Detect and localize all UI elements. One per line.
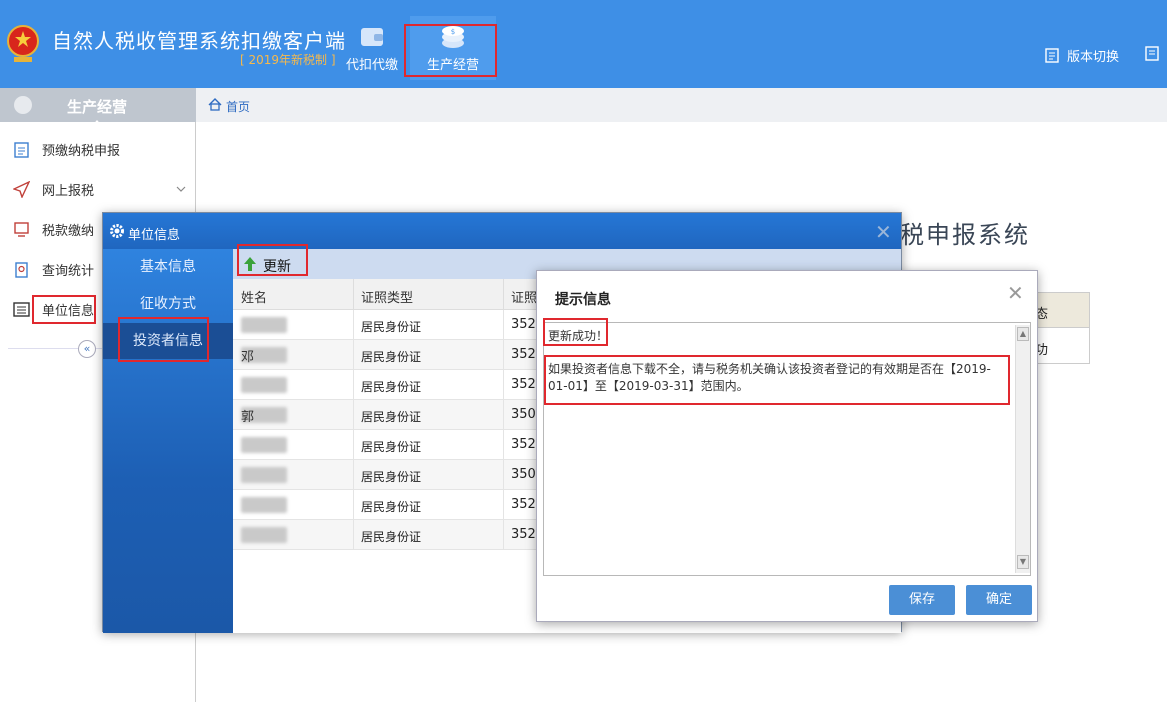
column-divider <box>353 460 354 490</box>
background-page-title: 税申报系统 <box>900 221 1030 249</box>
close-icon[interactable]: ✕ <box>875 220 892 244</box>
sidebar-title: 生产经营 <box>67 98 128 116</box>
sidebar-item-label: 单位信息 <box>42 304 95 319</box>
sidebar-item-label: 查询统计 <box>42 264 95 279</box>
name-cell: 邓 <box>241 350 255 365</box>
national-emblem-icon <box>7 25 39 62</box>
nav-daikou-daijiao[interactable]: 代扣代缴 <box>337 16 407 80</box>
nav-shengchan-label: 生产经营 <box>426 58 479 73</box>
nav-shengchan-jingying[interactable]: $ 生产经营 <box>410 16 496 80</box>
scroll-down-icon[interactable]: ▼ <box>1017 555 1029 569</box>
save-button[interactable]: 保存 <box>889 585 955 615</box>
column-header: 证照类型 <box>361 291 414 306</box>
column-divider <box>503 460 504 490</box>
success-message: 更新成功！ <box>548 329 609 343</box>
id-type-cell: 居民身份证 <box>361 440 422 454</box>
arrow-up-icon <box>244 257 256 271</box>
gear-icon <box>110 224 124 238</box>
tab-levy-method[interactable]: 征收方式 <box>103 286 233 322</box>
breadcrumb: 首页 <box>196 88 1167 122</box>
svg-text:$: $ <box>451 28 455 36</box>
id-type-cell: 居民身份证 <box>361 320 422 334</box>
background-table-header: 态 <box>1031 293 1089 328</box>
id-type-cell: 居民身份证 <box>361 380 422 394</box>
column-divider <box>503 490 504 520</box>
clipboard-icon <box>14 142 29 158</box>
version-switch-link[interactable]: 版本切换 <box>1045 46 1119 65</box>
unit-info-tabs: 基本信息 征收方式 投资者信息 <box>103 249 233 633</box>
column-divider <box>503 340 504 370</box>
id-type-cell: 居民身份证 <box>361 500 422 514</box>
more-doc-link[interactable] <box>1145 46 1159 63</box>
app-title: 自然人税收管理系统扣缴客户端 <box>52 29 346 53</box>
redacted-name <box>241 527 287 543</box>
redacted-name <box>241 317 287 333</box>
document-icon <box>1045 48 1059 63</box>
column-divider <box>353 430 354 460</box>
home-icon[interactable] <box>208 98 222 111</box>
column-divider <box>353 310 354 340</box>
sidebar-item-label: 预缴纳税申报 <box>42 144 121 159</box>
send-icon <box>13 181 30 198</box>
breadcrumb-home[interactable]: 首页 <box>226 98 250 115</box>
sidebar-item-label: 网上报税 <box>42 184 95 199</box>
unit-info-dialog-title: 单位信息 <box>128 228 181 243</box>
chevron-down-icon <box>176 186 186 192</box>
column-divider <box>503 400 504 430</box>
sidebar-item-yujiao[interactable]: 预缴纳税申报 <box>0 130 195 168</box>
column-divider <box>353 340 354 370</box>
top-bar: 自然人税收管理系统扣缴客户端 [ 2019年新税制 ] 代扣代缴 $ 生产经营 … <box>0 0 1167 88</box>
name-cell: 郭 <box>241 410 255 425</box>
notice-message: 如果投资者信息下载不全，请与税务机关确认该投资者登记的有效期是否在【2019-0… <box>548 362 991 393</box>
message-area: 更新成功！ 如果投资者信息下载不全，请与税务机关确认该投资者登记的有效期是否在【… <box>543 322 1031 576</box>
close-icon[interactable]: ✕ <box>1007 281 1024 305</box>
prompt-dialog: 提示信息 ✕ 更新成功！ 如果投资者信息下载不全，请与税务机关确认该投资者登记的… <box>536 270 1038 622</box>
sidebar-item-label: 税款缴纳 <box>42 224 95 239</box>
report-icon <box>15 262 28 278</box>
redacted-name <box>241 497 287 513</box>
coins-icon: $ <box>442 26 464 48</box>
column-divider <box>503 520 504 550</box>
scroll-up-icon[interactable]: ▲ <box>1017 327 1029 341</box>
id-type-cell: 居民身份证 <box>361 470 422 484</box>
sidebar-header: 生产经营 <box>0 88 196 122</box>
id-type-cell: 居民身份证 <box>361 410 422 424</box>
column-header: 姓名 <box>241 291 268 306</box>
ok-button[interactable]: 确定 <box>966 585 1032 615</box>
column-divider <box>353 370 354 400</box>
column-divider <box>503 279 504 310</box>
column-divider <box>353 279 354 310</box>
scrollbar[interactable]: ▲ ▼ <box>1015 325 1030 573</box>
column-divider <box>503 370 504 400</box>
coins-icon <box>14 96 32 114</box>
sidebar-item-wangshang[interactable]: 网上报税 <box>0 170 195 208</box>
column-divider <box>503 310 504 340</box>
id-type-cell: 居民身份证 <box>361 530 422 544</box>
id-type-cell: 居民身份证 <box>361 350 422 364</box>
background-table: 态 功 <box>1030 292 1090 364</box>
wallet-icon <box>361 28 383 46</box>
version-switch-label: 版本切换 <box>1067 50 1120 65</box>
redacted-name <box>241 437 287 453</box>
column-divider <box>353 490 354 520</box>
column-divider <box>353 400 354 430</box>
tab-basic-info[interactable]: 基本信息 <box>103 249 233 285</box>
redacted-name <box>241 467 287 483</box>
update-button[interactable]: 更新 <box>263 256 291 276</box>
monitor-icon <box>14 222 29 237</box>
column-divider <box>503 430 504 460</box>
collapse-sidebar-button[interactable]: « <box>78 340 96 358</box>
column-divider <box>353 520 354 550</box>
document-icon <box>1145 46 1159 61</box>
tab-investor-info[interactable]: 投资者信息 <box>103 323 233 359</box>
list-icon <box>13 302 30 317</box>
prompt-dialog-title: 提示信息 <box>555 292 611 308</box>
app-subtitle: [ 2019年新税制 ] <box>240 53 336 67</box>
nav-daikou-label: 代扣代缴 <box>345 58 398 73</box>
redacted-name <box>241 377 287 393</box>
unit-info-dialog-header: 单位信息 ✕ <box>103 213 901 249</box>
